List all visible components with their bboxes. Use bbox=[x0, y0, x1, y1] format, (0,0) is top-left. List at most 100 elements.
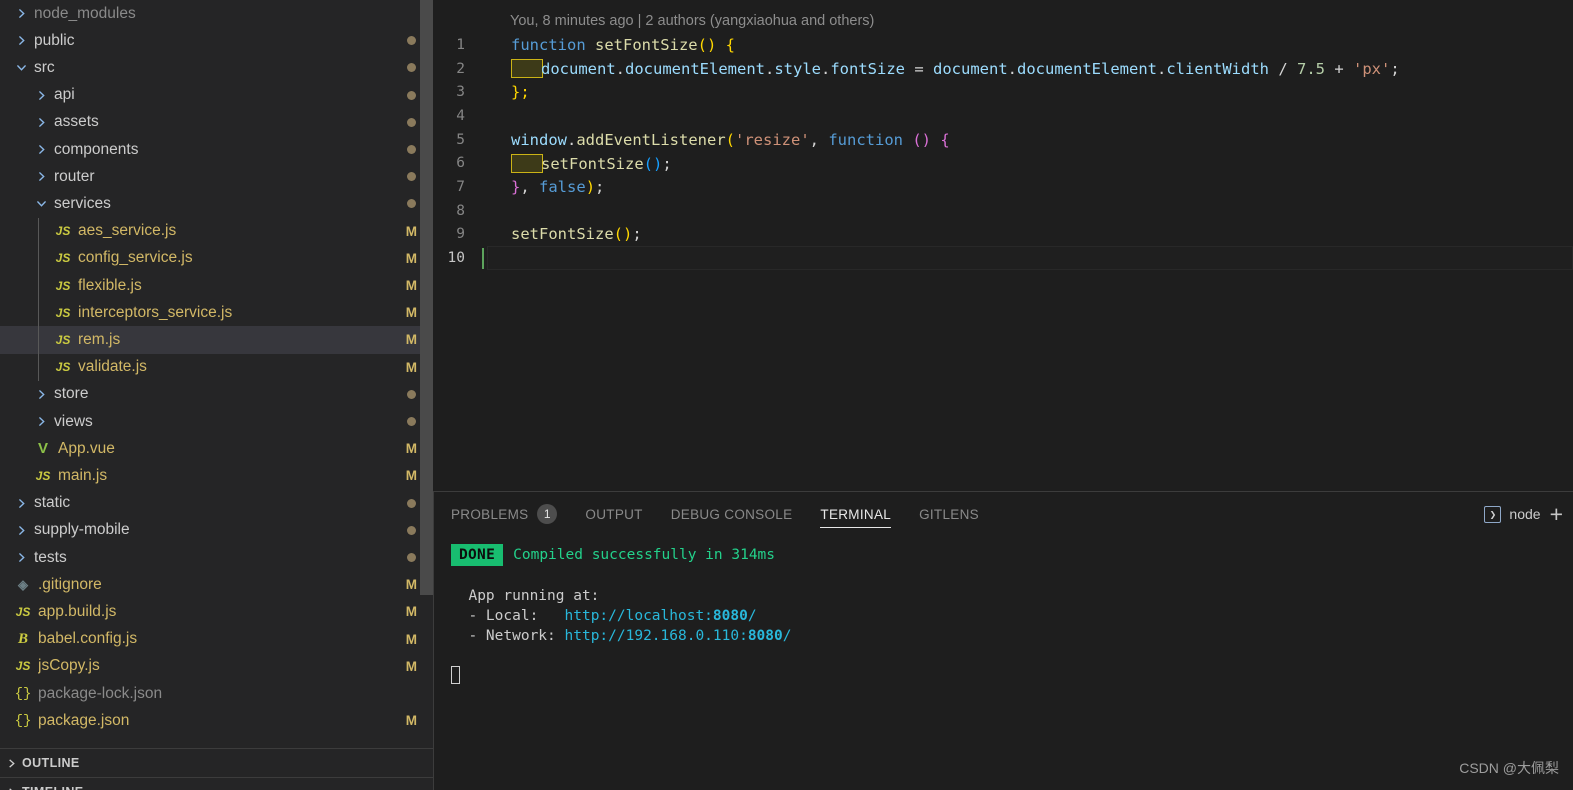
explorer-sidebar: node_modules public src api assets components… bbox=[0, 0, 433, 790]
code-line-10[interactable]: 10 bbox=[433, 246, 1573, 270]
token-semicolon: ; bbox=[662, 154, 672, 173]
tree-item-services[interactable]: services bbox=[0, 190, 433, 217]
chevron-right-icon[interactable] bbox=[32, 389, 50, 400]
babel-file-icon: B bbox=[17, 630, 28, 647]
token-semicolon: ; bbox=[1390, 60, 1400, 79]
token-keyword: function bbox=[511, 35, 586, 54]
tab-debug-console[interactable]: DEBUG CONSOLE bbox=[671, 492, 793, 536]
local-url-tail[interactable]: / bbox=[748, 608, 757, 624]
tree-item-interceptors-service-js[interactable]: JS interceptors_service.js M bbox=[0, 299, 433, 326]
chevron-right-icon[interactable] bbox=[32, 90, 50, 101]
file-tree[interactable]: node_modules public src api assets components… bbox=[0, 0, 433, 748]
token-semicolon: ; bbox=[595, 177, 605, 196]
timeline-section-header[interactable]: TIMELINE bbox=[0, 777, 433, 790]
token-object: document bbox=[933, 60, 1008, 79]
code-line-2[interactable]: 2 document.documentElement.style.fontSiz… bbox=[433, 57, 1573, 81]
chevron-right-icon[interactable] bbox=[32, 416, 50, 427]
code-line-9[interactable]: 9 setFontSize(); bbox=[433, 223, 1573, 247]
tab-gitlens[interactable]: GITLENS bbox=[919, 492, 979, 536]
tree-item-package-json[interactable]: {} package.json M bbox=[0, 707, 433, 734]
network-port[interactable]: 8080 bbox=[748, 628, 783, 644]
tab-problems[interactable]: PROBLEMS 1 bbox=[451, 492, 558, 536]
tree-item-api[interactable]: api bbox=[0, 82, 433, 109]
token-semicolon: ; bbox=[632, 225, 642, 244]
tree-item--gitignore[interactable]: ◈ .gitignore M bbox=[0, 571, 433, 598]
tree-item-node-modules[interactable]: node_modules bbox=[0, 0, 433, 27]
chevron-right-icon bbox=[0, 787, 22, 790]
local-port[interactable]: 8080 bbox=[713, 608, 748, 624]
tree-item-validate-js[interactable]: JS validate.js M bbox=[0, 354, 433, 381]
chevron-right-icon[interactable] bbox=[12, 8, 30, 19]
tree-item-config-service-js[interactable]: JS config_service.js M bbox=[0, 245, 433, 272]
chevron-right-icon[interactable] bbox=[32, 144, 50, 155]
line-number: 6 bbox=[456, 155, 465, 172]
sidebar-scrollbar[interactable] bbox=[420, 0, 433, 748]
line-number: 9 bbox=[456, 226, 465, 243]
tree-item-rem-js[interactable]: JS rem.js M bbox=[0, 326, 433, 354]
chevron-right-icon[interactable] bbox=[12, 35, 30, 46]
chevron-right-icon[interactable] bbox=[32, 117, 50, 128]
git-blame-annotation: You, 8 minutes ago | 2 authors (yangxiao… bbox=[510, 13, 875, 29]
tab-gitlens-label: GITLENS bbox=[919, 506, 979, 522]
tree-item-views[interactable]: views bbox=[0, 408, 433, 435]
tree-item-store[interactable]: store bbox=[0, 381, 433, 408]
outline-section-header[interactable]: OUTLINE bbox=[0, 748, 433, 777]
line-content: document.documentElement.style.fontSize … bbox=[487, 59, 1400, 79]
tree-item-main-js[interactable]: JS main.js M bbox=[0, 462, 433, 489]
terminal-selector[interactable]: ❯ node bbox=[1484, 505, 1541, 523]
chevron-down-icon[interactable] bbox=[12, 62, 30, 73]
token-brace: { bbox=[716, 35, 735, 54]
tab-terminal[interactable]: TERMINAL bbox=[820, 492, 891, 536]
tree-item-tests[interactable]: tests bbox=[0, 544, 433, 571]
modified-dot-indicator bbox=[407, 553, 416, 563]
tree-item-label: config_service.js bbox=[78, 249, 193, 267]
network-url-base[interactable]: http://192.168.0.110: bbox=[565, 628, 748, 644]
terminal-output[interactable]: DONE Compiled successfully in 314ms App r… bbox=[434, 536, 1573, 790]
token-keyword: function bbox=[828, 130, 903, 149]
new-terminal-button[interactable]: + bbox=[1550, 502, 1563, 526]
code-line-3[interactable]: 3 }; bbox=[433, 80, 1573, 104]
token-paren: ) bbox=[585, 177, 596, 196]
code-editor[interactable]: You, 8 minutes ago | 2 authors (yangxiao… bbox=[433, 0, 1573, 491]
chevron-right-icon[interactable] bbox=[12, 498, 30, 509]
tree-item-app-build-js[interactable]: JS app.build.js M bbox=[0, 598, 433, 625]
chevron-right-icon: ❯ bbox=[1484, 505, 1502, 523]
chevron-right-icon[interactable] bbox=[32, 171, 50, 182]
tree-item-flexible-js[interactable]: JS flexible.js M bbox=[0, 272, 433, 299]
tree-item-static[interactable]: static bbox=[0, 490, 433, 517]
modified-dot-indicator bbox=[407, 417, 416, 427]
line-content: window.addEventListener('resize', functi… bbox=[487, 131, 950, 149]
tree-item-public[interactable]: public bbox=[0, 27, 433, 54]
chevron-right-icon[interactable] bbox=[12, 525, 30, 536]
tree-item-jscopy-js[interactable]: JS jsCopy.js M bbox=[0, 653, 433, 680]
tree-item-router[interactable]: router bbox=[0, 163, 433, 190]
code-line-1[interactable]: 1 function setFontSize() { bbox=[433, 33, 1573, 57]
modified-badge: M bbox=[405, 250, 417, 266]
code-line-8[interactable]: 8 bbox=[433, 199, 1573, 223]
tree-item-label: src bbox=[34, 58, 55, 76]
tree-item-src[interactable]: src bbox=[0, 54, 433, 81]
local-url-base[interactable]: http://localhost: bbox=[565, 608, 713, 624]
line-number: 2 bbox=[456, 60, 465, 77]
chevron-right-icon[interactable] bbox=[12, 552, 30, 563]
js-file-icon: JS bbox=[55, 360, 71, 375]
tree-item-package-lock-json[interactable]: {} package-lock.json bbox=[0, 680, 433, 707]
code-line-4[interactable]: 4 bbox=[433, 104, 1573, 128]
code-line-5[interactable]: 5 window.addEventListener('resize', func… bbox=[433, 128, 1573, 152]
token-paren: () bbox=[643, 154, 663, 173]
tree-item-babel-config-js[interactable]: Bbabel.config.js M bbox=[0, 626, 433, 653]
modified-dot-indicator bbox=[407, 36, 416, 46]
code-line-6[interactable]: 6 setFontSize(); bbox=[433, 151, 1573, 175]
tree-item-aes-service-js[interactable]: JS aes_service.js M bbox=[0, 218, 433, 245]
code-line-7[interactable]: 7 }, false); bbox=[433, 175, 1573, 199]
tab-output[interactable]: OUTPUT bbox=[585, 492, 642, 536]
tree-item-app-vue[interactable]: V App.vue M bbox=[0, 435, 433, 462]
network-url-tail[interactable]: / bbox=[783, 628, 792, 644]
js-file-icon: JS bbox=[35, 468, 51, 483]
chevron-down-icon[interactable] bbox=[32, 198, 50, 209]
tree-item-assets[interactable]: assets bbox=[0, 109, 433, 136]
tree-item-supply-mobile[interactable]: supply-mobile bbox=[0, 517, 433, 544]
tree-item-components[interactable]: components bbox=[0, 136, 433, 163]
sidebar-scrollbar-thumb[interactable] bbox=[420, 0, 433, 595]
token-object: window bbox=[511, 130, 567, 149]
